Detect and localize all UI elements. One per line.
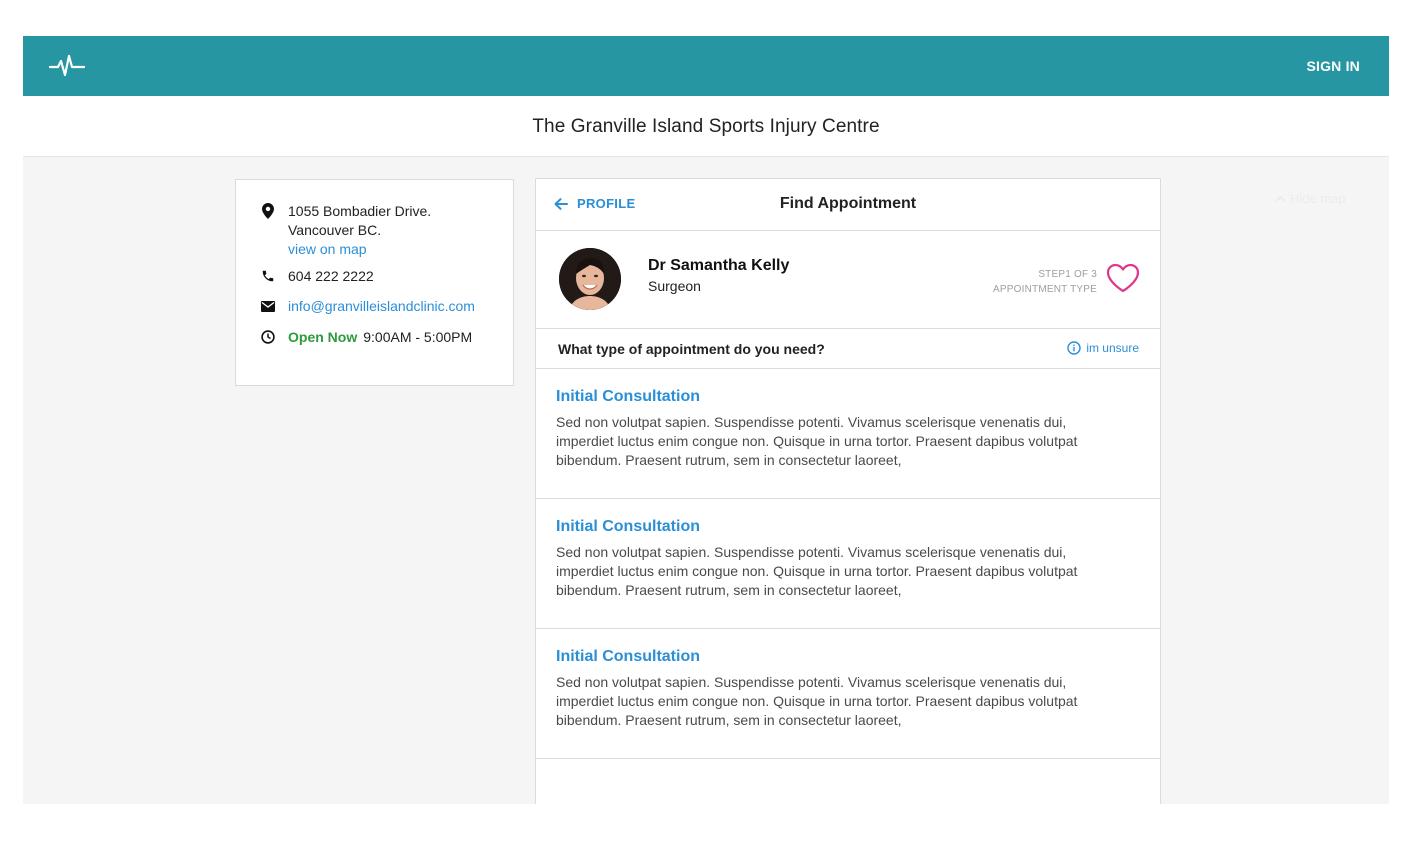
page-title: The Granville Island Sports Injury Centr…: [532, 116, 880, 137]
view-on-map-link[interactable]: view on map: [288, 240, 431, 259]
appointment-title: Initial Consultation: [556, 518, 700, 535]
address-line-1: 1055 Bombadier Drive.: [288, 203, 432, 219]
info-icon: [1067, 341, 1082, 355]
address-row: 1055 Bombadier Drive. Vancouver BC. view…: [260, 202, 431, 259]
app-window: SIGN IN The Granville Island Sports Inju…: [23, 36, 1389, 804]
appointment-option[interactable]: Initial Consultation Sed non volutpat sa…: [536, 629, 1160, 759]
title-bar: The Granville Island Sports Injury Centr…: [23, 96, 1389, 157]
step-name: APPOINTMENT TYPE: [993, 284, 1097, 295]
phone-row: 604 222 2222: [260, 267, 374, 286]
doctor-avatar: [559, 248, 621, 310]
phone-number[interactable]: 604 222 2222: [288, 267, 374, 286]
open-status: Open Now: [288, 329, 358, 345]
clock-icon: [260, 328, 276, 346]
heartbeat-logo-icon[interactable]: [48, 53, 86, 79]
email-row: info@granvilleislandclinic.com: [260, 297, 475, 316]
appointment-description: Sed non volutpat sapien. Suspendisse pot…: [556, 544, 1078, 598]
appointment-title: Initial Consultation: [556, 648, 700, 665]
appointment-title: Initial Consultation: [556, 388, 700, 405]
top-bar: SIGN IN: [23, 36, 1389, 96]
opening-hours: 9:00AM - 5:00PM: [363, 329, 473, 345]
phone-icon: [260, 267, 276, 285]
mail-icon: [260, 297, 276, 315]
step-indicator: STEP1 OF 3 APPOINTMENT TYPE: [993, 267, 1097, 297]
appointment-question-bar: What type of appointment do you need? im…: [536, 329, 1160, 369]
doctor-summary: Dr Samantha Kelly Surgeon STEP1 OF 3 APP…: [536, 231, 1160, 329]
doctor-name: Dr Samantha Kelly: [648, 257, 790, 274]
hide-map-button[interactable]: Hide map: [1275, 191, 1346, 206]
step-count: STEP1 OF 3: [1038, 269, 1097, 280]
card-header: PROFILE Find Appointment: [536, 179, 1160, 231]
address-line-2: Vancouver BC.: [288, 222, 382, 238]
hours-row: Open Now 9:00AM - 5:00PM: [260, 328, 472, 347]
location-pin-icon: [260, 202, 276, 220]
hide-map-label: Hide map: [1290, 191, 1346, 206]
email-link[interactable]: info@granvilleislandclinic.com: [288, 297, 475, 316]
clinic-info-card: 1055 Bombadier Drive. Vancouver BC. view…: [235, 179, 514, 386]
unsure-label: im unsure: [1086, 341, 1139, 355]
appointment-description: Sed non volutpat sapien. Suspendisse pot…: [556, 414, 1078, 468]
card-title: Find Appointment: [779, 195, 917, 212]
im-unsure-button[interactable]: im unsure: [1067, 341, 1139, 355]
appointment-option[interactable]: Initial Consultation Sed non volutpat sa…: [536, 369, 1160, 499]
sign-in-button[interactable]: SIGN IN: [1306, 58, 1360, 74]
chevron-up-icon: [1275, 195, 1286, 206]
doctor-role: Surgeon: [648, 278, 701, 294]
find-appointment-card: PROFILE Find Appointment Dr Samantha Kel…: [535, 178, 1161, 804]
appointment-option[interactable]: Initial Consultation Sed non volutpat sa…: [536, 499, 1160, 629]
appointment-description: Sed non volutpat sapien. Suspendisse pot…: [556, 674, 1078, 728]
question-text: What type of appointment do you need?: [558, 341, 825, 357]
favorite-heart-icon[interactable]: [1106, 263, 1140, 298]
